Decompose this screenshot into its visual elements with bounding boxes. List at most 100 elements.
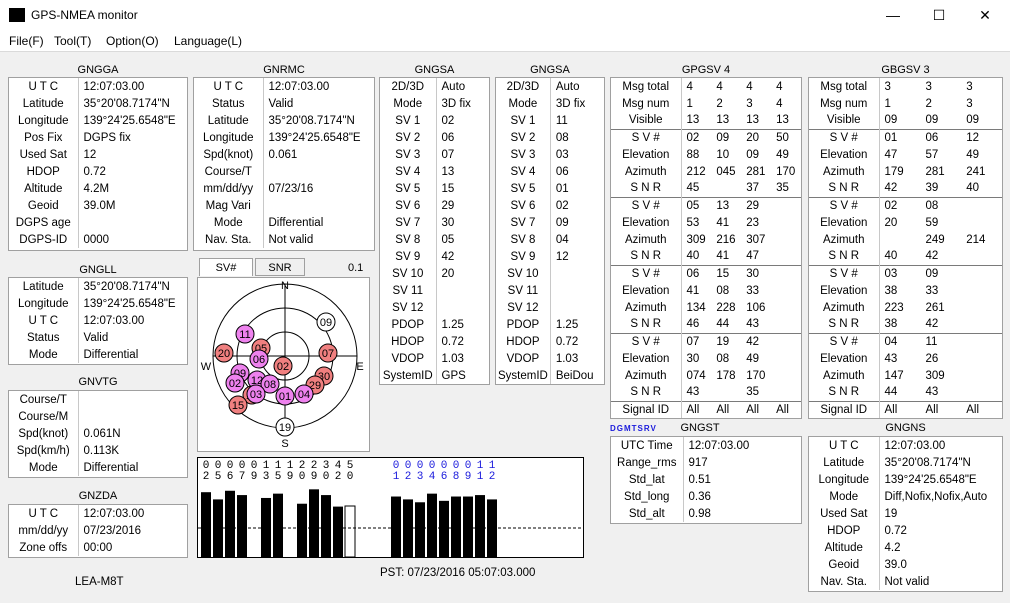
field-value: All xyxy=(711,400,742,418)
field-value: 01 xyxy=(879,128,921,146)
tab-sv-number[interactable]: SV# xyxy=(199,258,253,276)
table-row: SV 3 03 xyxy=(496,146,604,163)
field-value: 04 xyxy=(555,233,569,246)
snr-bar xyxy=(333,506,343,557)
maximize-button[interactable]: ☐ xyxy=(916,0,962,30)
snr-bar xyxy=(297,503,307,557)
field-value: 179 xyxy=(884,165,904,178)
field-label: SV 1 xyxy=(380,112,437,129)
table-row: SV 12 xyxy=(380,299,489,316)
field-value xyxy=(771,264,801,282)
field-label: DGPS age xyxy=(9,214,79,231)
field-value: 261 xyxy=(925,301,945,314)
table-row: PDOP 1.25 xyxy=(496,316,604,333)
field-label: Signal ID xyxy=(809,400,880,418)
field-value: 40 xyxy=(884,250,898,263)
table-row: SV 7 09 xyxy=(496,214,604,231)
field-value xyxy=(78,391,187,408)
satellite-label: 19 xyxy=(279,422,291,434)
table-row: Course/T xyxy=(9,391,187,408)
field-label: Course/M xyxy=(9,408,79,425)
table-row: SV 12 xyxy=(496,299,604,316)
field-label: U T C xyxy=(194,78,264,95)
field-label: SV 4 xyxy=(496,163,551,180)
table-row: U T C 12:07:03.00 xyxy=(9,505,187,522)
field-value: 06 xyxy=(681,264,712,282)
field-value: 47 xyxy=(884,148,898,161)
field-value xyxy=(961,299,1002,316)
field-value: 43 xyxy=(686,386,700,399)
field-value xyxy=(550,282,604,299)
field-value: 35 xyxy=(746,386,760,399)
gngst-flags: DGMTSRV xyxy=(610,424,657,433)
table-row: Range_rms 917 xyxy=(611,454,801,471)
compass-w: W xyxy=(201,361,212,373)
field-value: 03 xyxy=(555,148,569,161)
table-row: Mode Diff,Nofix,Nofix,Auto xyxy=(809,488,1002,505)
field-label: Azimuth xyxy=(809,367,880,384)
bar-label: 8 xyxy=(453,471,460,483)
field-value: 39.0M xyxy=(83,199,116,212)
field-value: 12:07:03.00 xyxy=(83,507,145,520)
table-row: Msg total 4 4 4 4 xyxy=(611,78,801,95)
field-value: 30 xyxy=(686,352,700,365)
field-label: SV 8 xyxy=(380,231,437,248)
minimize-button[interactable]: — xyxy=(870,0,916,30)
field-label: S V # xyxy=(809,264,880,282)
field-label: Spd(knot) xyxy=(9,425,79,442)
field-label: S V # xyxy=(611,196,682,214)
satellite-label: 02 xyxy=(229,378,241,390)
menu-tool[interactable]: Tool(T) xyxy=(54,34,91,48)
snr-bar xyxy=(237,495,247,557)
table-row: 2D/3D Auto xyxy=(496,78,604,95)
field-label: Latitude xyxy=(9,95,79,112)
field-label: Latitude xyxy=(9,278,79,295)
field-value: 13 xyxy=(716,114,730,127)
field-value: 06 xyxy=(441,131,455,144)
field-value: 35 xyxy=(776,182,789,195)
field-label: SV 5 xyxy=(496,180,551,197)
table-row: SV 9 12 xyxy=(496,248,604,265)
table-row: Pos Fix DGPS fix xyxy=(9,129,187,146)
field-value: 3 xyxy=(966,80,973,93)
field-label: Visible xyxy=(611,112,682,129)
field-label: Mode xyxy=(194,214,264,231)
table-row: Msg total 3 3 3 xyxy=(809,78,1002,95)
field-label: Msg num xyxy=(809,95,880,112)
table-row: U T C 12:07:03.00 xyxy=(9,78,187,95)
field-value: 3 xyxy=(746,97,753,110)
field-value: 11 xyxy=(555,114,568,127)
field-label: S V # xyxy=(611,128,682,146)
field-value: 09 xyxy=(555,216,569,229)
field-value: Diff,Nofix,Nofix,Auto xyxy=(884,490,988,503)
table-row: Msg num 1 2 3 xyxy=(809,95,1002,112)
table-row: Status Valid xyxy=(9,329,187,346)
field-value: 38 xyxy=(884,318,898,331)
field-value: 15 xyxy=(711,264,742,282)
close-button[interactable]: ✕ xyxy=(962,0,1008,30)
field-label: VDOP xyxy=(496,350,551,367)
menu-language[interactable]: Language(L) xyxy=(174,34,242,48)
field-value: 134 xyxy=(686,301,706,314)
menu-file[interactable]: File(F) xyxy=(9,34,44,48)
field-label: Geoid xyxy=(9,197,79,214)
field-label: Longitude xyxy=(9,112,79,129)
table-row: S N R 46 44 43 xyxy=(611,316,801,333)
table-row: Mode Differential xyxy=(9,346,187,363)
table-row: S V #04 11 xyxy=(809,332,1002,350)
table-row: Azimuth 179 281 241 xyxy=(809,163,1002,180)
field-value: Not valid xyxy=(884,575,930,588)
field-value: 1.03 xyxy=(441,352,464,365)
field-label: Nav. Sta. xyxy=(809,573,880,590)
field-label: Azimuth xyxy=(611,299,682,316)
table-row: SV 5 15 xyxy=(380,180,489,197)
field-value: 12:07:03.00 xyxy=(83,314,145,327)
field-label: Azimuth xyxy=(809,231,880,248)
table-row: Elevation 30 08 49 xyxy=(611,350,801,367)
menu-option[interactable]: Option(O) xyxy=(106,34,159,48)
table-row: Std_alt 0.98 xyxy=(611,505,801,522)
tab-snr[interactable]: SNR xyxy=(255,258,305,276)
bar-label: 9 xyxy=(465,471,472,483)
field-value xyxy=(550,265,604,282)
field-value: 1.03 xyxy=(555,352,579,365)
